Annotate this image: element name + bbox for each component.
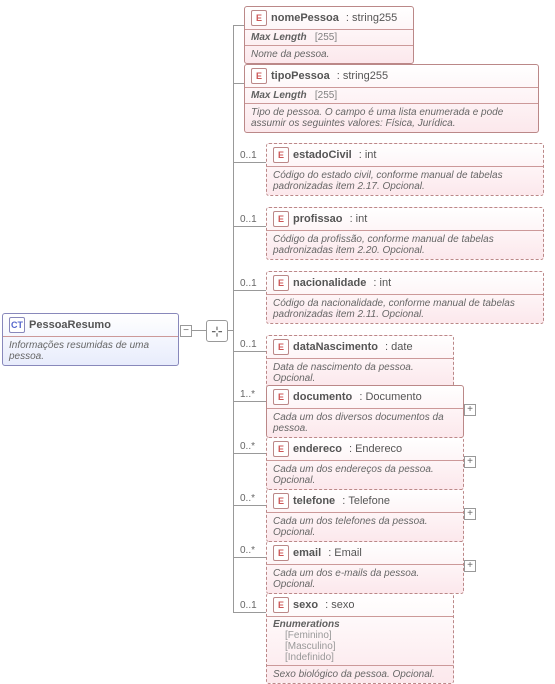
expand-icon[interactable]: + [464, 456, 476, 468]
element-meta: Enumerations[Feminino][Masculino][Indefi… [267, 616, 453, 665]
expand-icon[interactable]: + [464, 560, 476, 572]
element-desc: Cada um dos e-mails da pessoa. Opcional. [267, 564, 463, 593]
element-node[interactable]: Edocumento : DocumentoCada um dos divers… [266, 385, 464, 438]
element-badge: E [251, 10, 267, 26]
element-node[interactable]: EestadoCivil : intCódigo do estado civil… [266, 143, 544, 196]
expand-icon[interactable]: − [180, 325, 192, 337]
ct-name: PessoaResumo [29, 319, 111, 331]
cardinality-label: 0..1 [240, 339, 257, 350]
element-badge: E [251, 68, 267, 84]
connector [233, 83, 244, 84]
cardinality-label: 0..1 [240, 150, 257, 161]
connector [233, 162, 266, 163]
sequence-icon [206, 320, 228, 342]
element-badge: E [273, 441, 289, 457]
element-node[interactable]: Eprofissao : intCódigo da profissão, con… [266, 207, 544, 260]
connector [233, 401, 266, 402]
element-name: dataNascimento [293, 341, 378, 353]
element-badge: E [273, 389, 289, 405]
element-meta: Max Length [255] [245, 87, 538, 103]
connector [191, 330, 206, 331]
expand-icon[interactable]: + [464, 508, 476, 520]
connector [233, 557, 266, 558]
cardinality-label: 0..* [240, 545, 255, 556]
element-desc: Data de nascimento da pessoa. Opcional. [267, 358, 453, 387]
cardinality-label: 0..* [240, 493, 255, 504]
cardinality-label: 0..* [240, 441, 255, 452]
element-name: telefone [293, 495, 335, 507]
element-node[interactable]: EnomePessoa : string255Max Length [255]N… [244, 6, 414, 64]
ct-desc: Informações resumidas de uma pessoa. [3, 336, 178, 365]
connector [233, 226, 266, 227]
connector [233, 290, 266, 291]
connector [233, 25, 244, 26]
expand-icon[interactable]: + [464, 404, 476, 416]
element-name: documento [293, 391, 352, 403]
element-node[interactable]: Eemail : EmailCada um dos e-mails da pes… [266, 541, 464, 594]
element-desc: Sexo biológico da pessoa. Opcional. [267, 665, 453, 683]
element-badge: E [273, 339, 289, 355]
element-name: email [293, 547, 321, 559]
element-badge: E [273, 275, 289, 291]
element-node[interactable]: Eendereco : EnderecoCada um dos endereço… [266, 437, 464, 490]
connector [233, 351, 266, 352]
element-badge: E [273, 493, 289, 509]
element-badge: E [273, 147, 289, 163]
element-desc: Cada um dos telefones da pessoa. Opciona… [267, 512, 463, 541]
element-node[interactable]: Etelefone : TelefoneCada um dos telefone… [266, 489, 464, 542]
element-node[interactable]: EdataNascimento : dateData de nascimento… [266, 335, 454, 388]
element-desc: Tipo de pessoa. O campo é uma lista enum… [245, 103, 538, 132]
ct-badge: CT [9, 317, 25, 333]
element-desc: Código do estado civil, conforme manual … [267, 166, 543, 195]
element-name: nomePessoa [271, 12, 339, 24]
element-node[interactable]: Enacionalidade : intCódigo da nacionalid… [266, 271, 544, 324]
connector [233, 453, 266, 454]
cardinality-label: 1..* [240, 389, 255, 400]
element-node[interactable]: Esexo : sexoEnumerations[Feminino][Mascu… [266, 593, 454, 684]
connector [233, 505, 266, 506]
element-desc: Nome da pessoa. [245, 45, 413, 63]
element-badge: E [273, 545, 289, 561]
element-desc: Código da profissão, conforme manual de … [267, 230, 543, 259]
cardinality-label: 0..1 [240, 278, 257, 289]
element-name: endereco [293, 443, 342, 455]
element-name: tipoPessoa [271, 70, 330, 82]
element-name: sexo [293, 599, 318, 611]
element-badge: E [273, 211, 289, 227]
element-desc: Código da nacionalidade, conforme manual… [267, 294, 543, 323]
complex-type-node[interactable]: CT PessoaResumo Informações resumidas de … [2, 313, 179, 366]
connector [233, 25, 234, 612]
element-meta: Max Length [255] [245, 29, 413, 45]
element-badge: E [273, 597, 289, 613]
element-name: nacionalidade [293, 277, 366, 289]
cardinality-label: 0..1 [240, 600, 257, 611]
cardinality-label: 0..1 [240, 214, 257, 225]
element-name: estadoCivil [293, 149, 352, 161]
connector [233, 612, 266, 613]
element-name: profissao [293, 213, 343, 225]
element-desc: Cada um dos endereços da pessoa. Opciona… [267, 460, 463, 489]
element-node[interactable]: EtipoPessoa : string255Max Length [255]T… [244, 64, 539, 133]
element-desc: Cada um dos diversos documentos da pesso… [267, 408, 463, 437]
